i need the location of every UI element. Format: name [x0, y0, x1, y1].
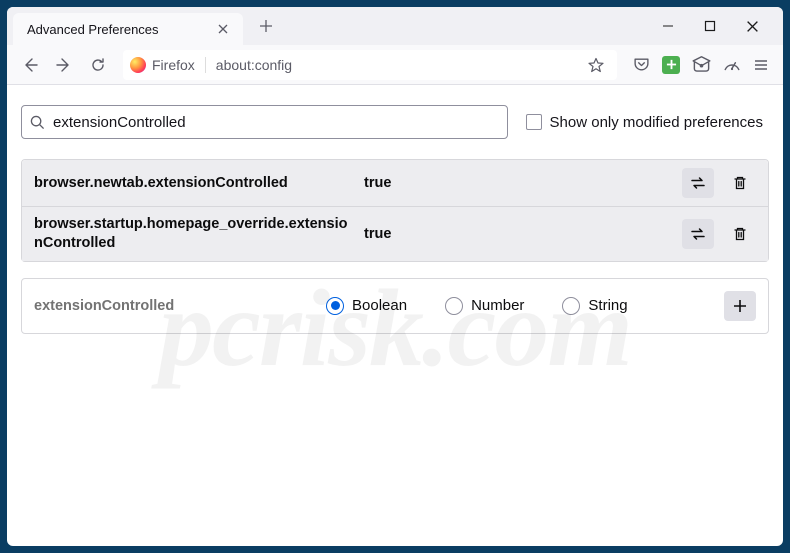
search-icon [30, 115, 45, 130]
url-bar[interactable]: Firefox [123, 50, 617, 80]
toggle-button[interactable] [682, 219, 714, 249]
mail-icon[interactable] [692, 55, 711, 74]
delete-button[interactable] [724, 219, 756, 249]
forward-button[interactable] [49, 50, 79, 80]
toggle-icon [689, 174, 707, 192]
radio-icon [445, 297, 463, 315]
search-box[interactable] [21, 105, 508, 139]
toggle-button[interactable] [682, 168, 714, 198]
reload-button[interactable] [83, 50, 113, 80]
checkbox-text: Show only modified preferences [550, 114, 763, 131]
minimize-button[interactable] [658, 16, 678, 36]
toolbar-actions [627, 55, 775, 74]
toggle-icon [689, 225, 707, 243]
trash-icon [732, 175, 748, 191]
bookmark-star-icon[interactable] [582, 57, 610, 73]
radio-number[interactable]: Number [445, 297, 524, 315]
tab-bar: Advanced Preferences [7, 7, 783, 45]
checkbox-icon [526, 114, 542, 130]
firefox-logo-icon [130, 57, 146, 73]
extension-icon[interactable] [662, 56, 680, 74]
nav-toolbar: Firefox [7, 45, 783, 85]
radio-label: Boolean [352, 297, 407, 314]
preference-row[interactable]: browser.newtab.extensionControlled true [22, 160, 768, 206]
page-content: Show only modified preferences browser.n… [7, 85, 783, 546]
radio-label: String [588, 297, 627, 314]
preferences-list: browser.newtab.extensionControlled true … [21, 159, 769, 262]
type-radio-group: Boolean Number String [326, 297, 714, 315]
modified-only-checkbox[interactable]: Show only modified preferences [526, 114, 769, 131]
plus-icon [732, 298, 748, 314]
trash-icon [732, 226, 748, 242]
pref-name: browser.newtab.extensionControlled [34, 174, 354, 193]
radio-string[interactable]: String [562, 297, 627, 315]
pref-name: browser.startup.homepage_override.extens… [34, 215, 354, 253]
speed-icon[interactable] [723, 56, 741, 74]
radio-icon [326, 297, 344, 315]
radio-label: Number [471, 297, 524, 314]
url-input[interactable] [216, 57, 582, 73]
add-preference-row: extensionControlled Boolean Number Strin… [21, 278, 769, 334]
browser-tab[interactable]: Advanced Preferences [13, 13, 243, 45]
window-controls [658, 16, 783, 37]
radio-boolean[interactable]: Boolean [326, 297, 407, 315]
menu-icon[interactable] [753, 57, 769, 73]
browser-window: Advanced Preferences [7, 7, 783, 546]
close-tab-icon[interactable] [213, 19, 233, 39]
maximize-button[interactable] [700, 16, 720, 36]
pocket-icon[interactable] [633, 56, 650, 73]
back-button[interactable] [15, 50, 45, 80]
radio-icon [562, 297, 580, 315]
identity-label: Firefox [152, 57, 195, 73]
tab-title: Advanced Preferences [27, 22, 213, 37]
preference-row[interactable]: browser.startup.homepage_override.extens… [22, 206, 768, 261]
add-button[interactable] [724, 291, 756, 321]
new-tab-button[interactable] [249, 11, 283, 41]
add-pref-name: extensionControlled [34, 298, 316, 314]
delete-button[interactable] [724, 168, 756, 198]
search-row: Show only modified preferences [15, 105, 775, 139]
pref-value: true [364, 226, 672, 242]
close-window-button[interactable] [742, 16, 763, 37]
search-input[interactable] [53, 114, 499, 131]
pref-value: true [364, 175, 672, 191]
identity-box[interactable]: Firefox [130, 57, 206, 73]
